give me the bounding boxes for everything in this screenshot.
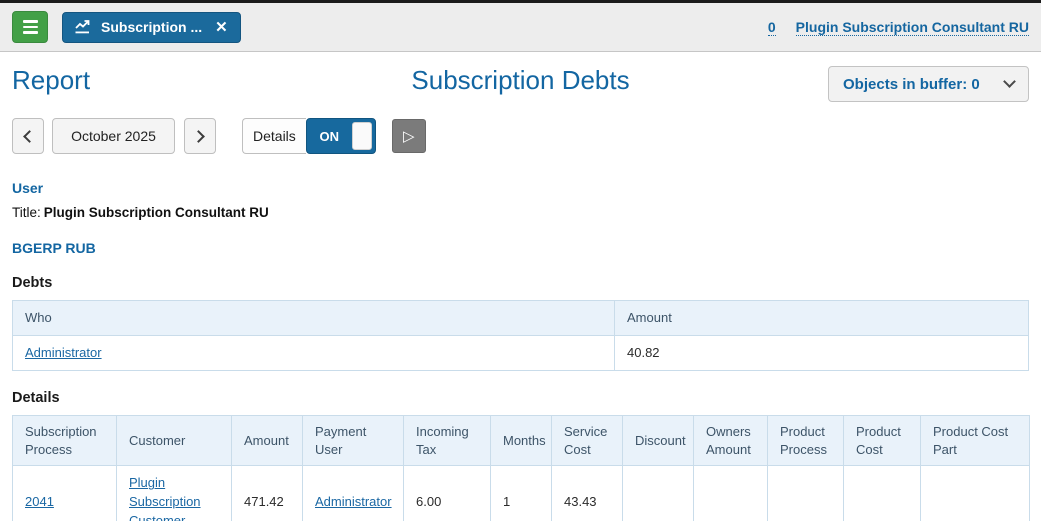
details-table: Subscription Process Customer Amount Paymen… (12, 415, 1030, 521)
next-period-button[interactable] (184, 118, 216, 154)
details-table-column-header: Product Process (767, 415, 844, 467)
details-table-cell (920, 465, 1030, 521)
chevron-right-icon (192, 129, 205, 143)
close-icon[interactable]: ✕ (215, 20, 228, 35)
toggle-knob (351, 122, 372, 150)
details-table-cell: 1 (490, 465, 552, 521)
details-table-column-header: Service Cost (551, 415, 623, 467)
details-table-cell (767, 465, 844, 521)
details-table-cell (693, 465, 768, 521)
details-table-cell: 471.42 (231, 465, 303, 521)
report-toolbar: October 2025 Details ON ▷ (12, 118, 1029, 154)
tab-label: Subscription ... (101, 19, 203, 35)
details-table-link[interactable]: Administrator (315, 494, 392, 509)
buffer-button-label: Objects in buffer: 0 (843, 75, 980, 93)
hamburger-icon (22, 20, 38, 34)
details-table-cell: 2041 (12, 465, 117, 521)
details-table-column-header: Owners Amount (693, 415, 768, 467)
menu-button[interactable] (12, 11, 48, 43)
run-report-button[interactable]: ▷ (391, 119, 426, 153)
details-table-link[interactable]: Plugin Subscription Customer (129, 475, 201, 521)
details-table-link[interactable]: 2041 (25, 494, 54, 509)
top-bar: Subscription ... ✕ 0 Plugin Subscription… (0, 0, 1041, 52)
details-toggle-group: Details ON (242, 118, 376, 154)
account-heading: BGERP RUB (12, 240, 96, 256)
objects-in-buffer-button[interactable]: Objects in buffer: 0 (828, 66, 1030, 102)
buffer-count-link[interactable]: 0 (767, 19, 776, 36)
details-table-column-header: Subscription Process (12, 415, 117, 467)
play-icon: ▷ (403, 128, 415, 145)
table-row: Administrator 40.82 (12, 334, 1029, 372)
debts-table-cell: Administrator (12, 334, 615, 372)
title-row: Report Subscription Debts Objects in buf… (12, 65, 1030, 108)
details-table-cell: Plugin Subscription Customer (116, 465, 232, 521)
debts-table-link[interactable]: Administrator (25, 345, 102, 360)
details-table-cell: 43.43 (551, 465, 623, 521)
details-heading: Details (12, 390, 60, 407)
report-title: Subscription Debts (411, 65, 630, 95)
details-table-cell (622, 465, 694, 521)
details-table-column-header: Incoming Tax (403, 415, 491, 467)
toggle-on-label: ON (319, 128, 340, 144)
debts-heading: Debts (12, 275, 53, 291)
page-title: Report (12, 65, 91, 95)
period-button[interactable]: October 2025 (52, 118, 175, 154)
user-title-line: Title: Plugin Subscription Consultant RU (12, 205, 1029, 220)
details-table-cell: Administrator (302, 465, 404, 521)
debts-table-column-header: Who (12, 300, 615, 336)
details-toggle-label: Details (242, 118, 306, 154)
current-user-link[interactable]: Plugin Subscription Consultant RU (795, 19, 1029, 36)
details-table-cell (843, 465, 921, 521)
details-table-column-header: Customer (116, 415, 232, 467)
title-value: Plugin Subscription Consultant RU (43, 205, 269, 220)
topbar-user-area: 0 Plugin Subscription Consultant RU (767, 19, 1029, 36)
details-table-column-header: Amount (231, 415, 303, 467)
details-table-column-header: Product Cost (843, 415, 921, 467)
details-table-column-header: Payment User (302, 415, 404, 467)
report-content: Report Subscription Debts Objects in buf… (0, 66, 1041, 521)
details-table-column-header: Months (490, 415, 552, 467)
chevron-down-icon (1003, 75, 1016, 88)
trend-chart-icon (75, 20, 92, 34)
details-table-column-header: Product Cost Part (920, 415, 1030, 467)
prev-period-button[interactable] (12, 118, 44, 154)
title-label: Title: (12, 205, 41, 220)
table-row: 2041 Plugin Subscription Customer 471.42 Ad… (12, 465, 1030, 521)
chevron-left-icon (23, 129, 36, 143)
user-section-heading: User (12, 180, 44, 196)
tab-subscription-report[interactable]: Subscription ... ✕ (62, 11, 241, 43)
details-table-column-header: Discount (622, 415, 694, 467)
debts-table: Who Amount Administrator 40.82 (12, 300, 1029, 372)
details-toggle-switch[interactable]: ON (305, 118, 376, 154)
debts-table-cell: 40.82 (614, 334, 1029, 372)
details-table-cell: 6.00 (403, 465, 491, 521)
debts-table-column-header: Amount (614, 300, 1029, 336)
